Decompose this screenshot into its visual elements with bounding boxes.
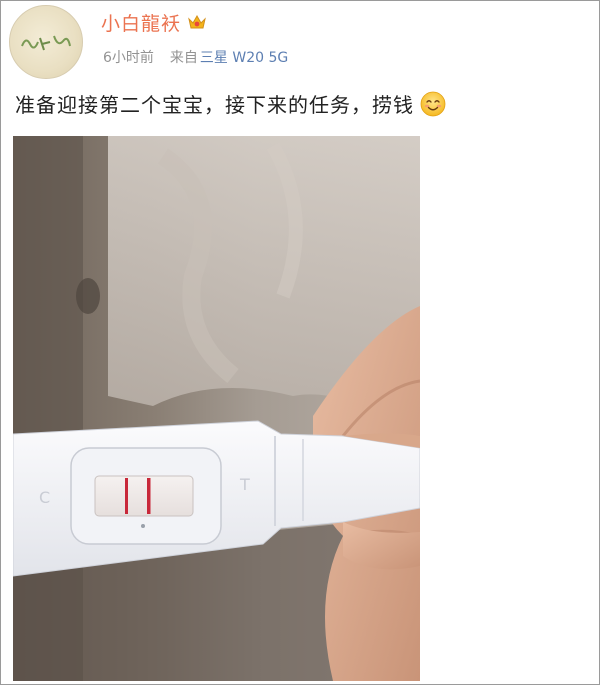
strip-letter-t: T bbox=[239, 475, 250, 494]
strip-letter-c: C bbox=[39, 488, 50, 507]
avatar-calligraphy-icon bbox=[21, 35, 71, 51]
avatar[interactable] bbox=[9, 5, 83, 79]
post-time: 6小时前 bbox=[103, 50, 154, 66]
source-label: 来自 bbox=[169, 50, 198, 66]
control-line bbox=[125, 478, 128, 514]
post-text-row: 准备迎接第二个宝宝，接下来的任务，捞钱 bbox=[15, 89, 446, 118]
post-card: 小白龍袄 6小时前 来自 三星 W20 5G 准备迎接第二个宝宝，接下来的任务，… bbox=[0, 0, 600, 685]
post-meta: 6小时前 来自 三星 W20 5G bbox=[103, 47, 288, 67]
post-photo[interactable]: C T bbox=[13, 136, 420, 681]
pregnancy-test-photo: C T bbox=[13, 136, 420, 681]
username[interactable]: 小白龍袄 bbox=[101, 9, 181, 36]
device-link[interactable]: 三星 W20 5G bbox=[200, 47, 288, 67]
post-text: 准备迎接第二个宝宝，接下来的任务，捞钱 bbox=[15, 93, 414, 117]
test-line bbox=[147, 478, 151, 514]
smile-emoji-icon bbox=[420, 91, 446, 116]
crown-badge-icon bbox=[188, 14, 206, 29]
username-row: 小白龍袄 bbox=[101, 7, 207, 37]
